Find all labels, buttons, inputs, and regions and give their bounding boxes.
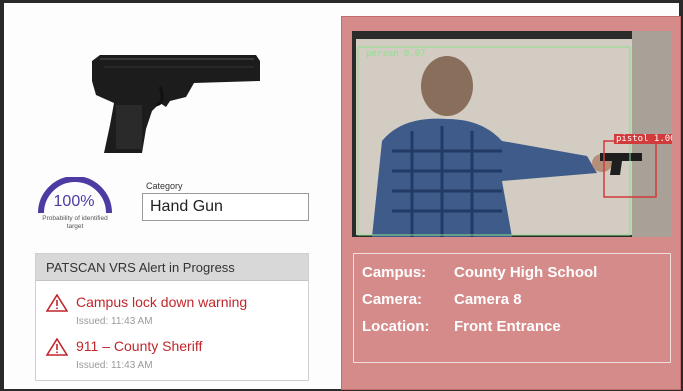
- warning-triangle-icon: [46, 338, 68, 356]
- alert-issued-time: Issued: 11:43 AM: [76, 360, 153, 371]
- alert-dashboard: 100% Probability of identified target Ca…: [4, 3, 681, 390]
- probability-value: 100%: [53, 193, 95, 210]
- info-camera: Camera: Camera 8: [362, 291, 522, 308]
- category-field: Hand Gun: [142, 193, 309, 221]
- camera-feed[interactable]: person 0.97 pistol 1.00: [352, 31, 672, 237]
- alert-panel-header: PATSCAN VRS Alert in Progress: [36, 254, 308, 281]
- probability-caption: Probability of identified target: [42, 215, 108, 230]
- category-label: Category: [146, 181, 183, 191]
- info-campus: Campus: County High School: [362, 264, 598, 281]
- alert-issued-time: Issued: 11:43 AM: [76, 316, 153, 327]
- camera-info-box: Campus: County High School Camera: Camera …: [353, 253, 671, 363]
- alert-panel: PATSCAN VRS Alert in Progress Campus loc…: [35, 253, 309, 381]
- person-detection-label: person 0.97: [366, 49, 426, 59]
- camera-panel: person 0.97 pistol 1.00 Campus: County Hi…: [341, 16, 681, 390]
- probability-gauge: 100% Probability of identified target: [34, 171, 126, 241]
- alert-title: 911 – County Sheriff: [76, 338, 203, 354]
- warning-triangle-icon: [46, 294, 68, 312]
- pistol-detection-label: pistol 1.00: [614, 134, 672, 144]
- info-location: Location: Front Entrance: [362, 318, 561, 335]
- pistol-image: [74, 41, 264, 161]
- person-head: [421, 56, 473, 116]
- alert-title: Campus lock down warning: [76, 294, 248, 310]
